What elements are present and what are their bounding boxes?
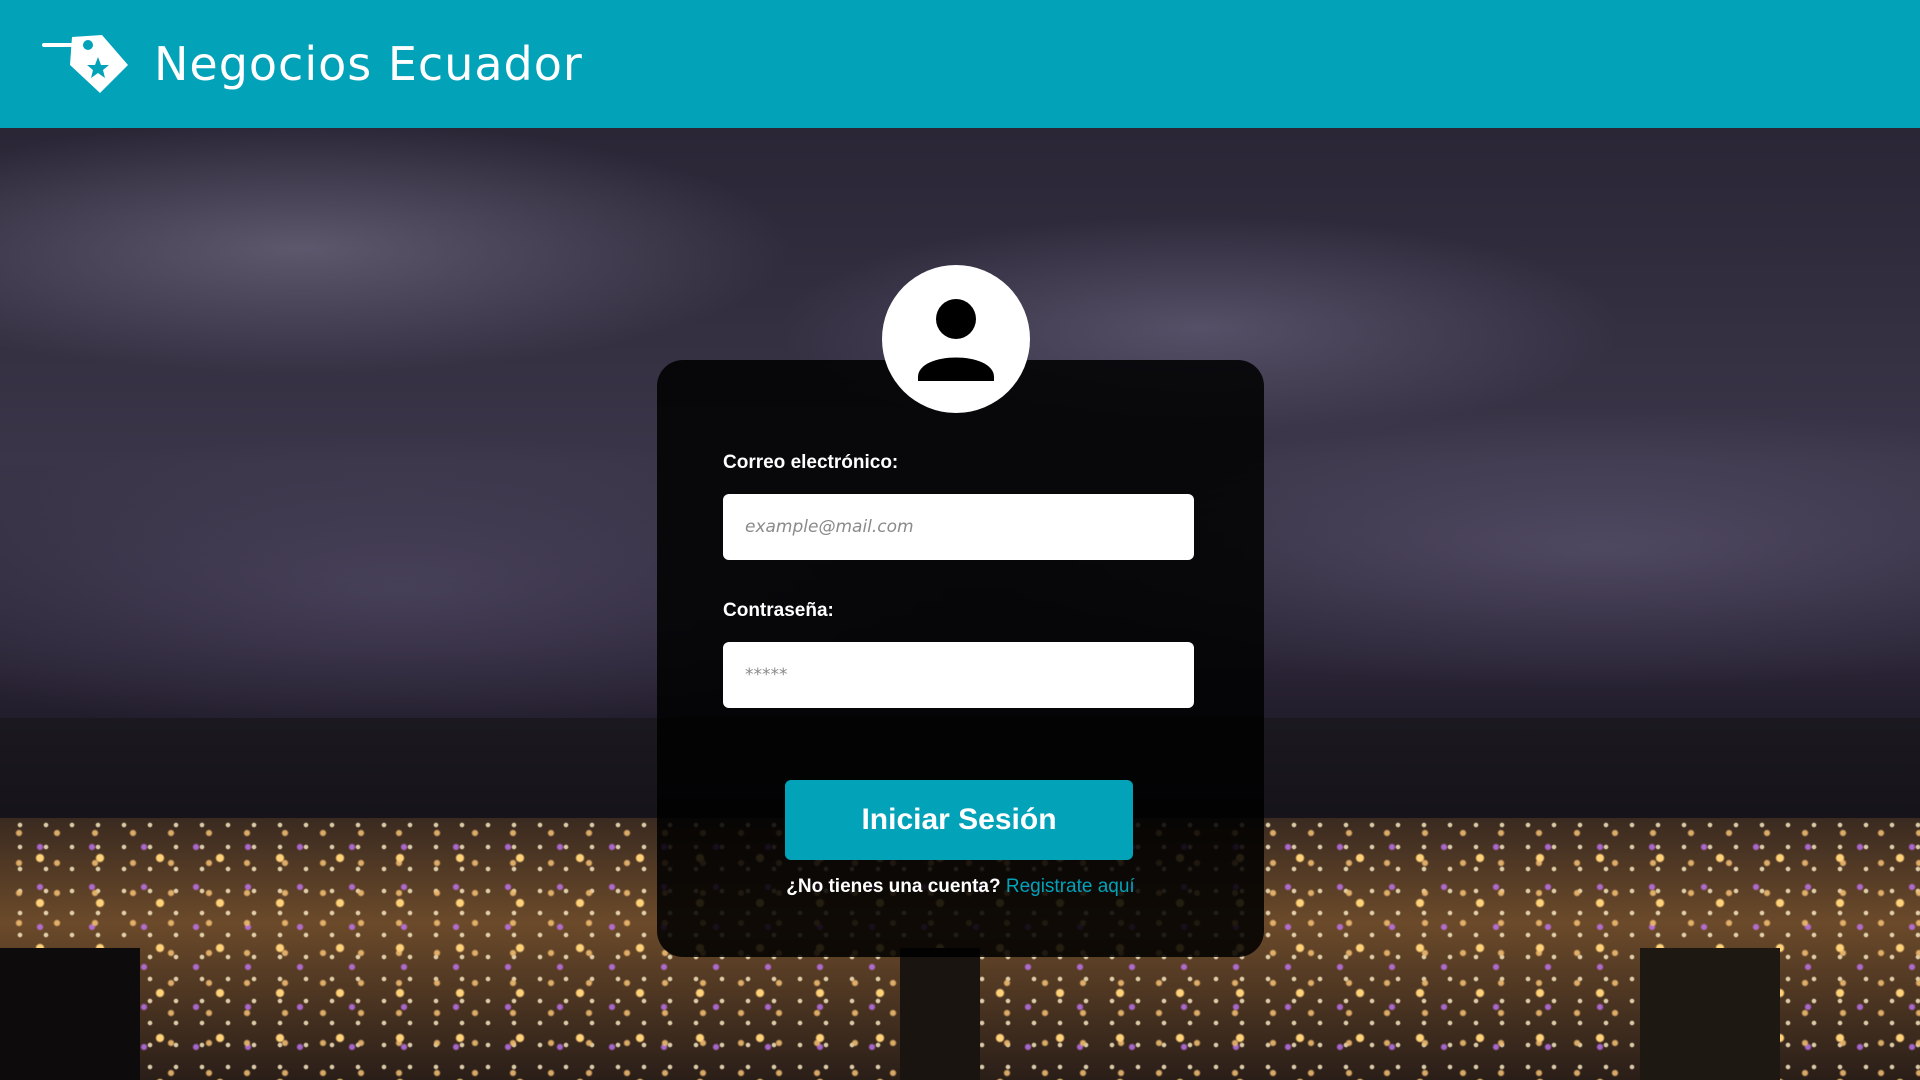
signup-prompt: ¿No tienes una cuenta? Registrate aquí [657,876,1264,898]
login-button[interactable]: Iniciar Sesión [785,780,1133,860]
email-label: Correo electrónico: [723,452,899,473]
signup-prompt-text: ¿No tienes una cuenta? [786,876,1001,897]
login-card: Correo electrónico: Contraseña: Iniciar … [657,360,1264,957]
register-link[interactable]: Registrate aquí [1006,876,1135,897]
password-label: Contraseña: [723,600,834,621]
password-field[interactable] [723,642,1194,708]
brand-title[interactable]: Negocios Ecuador [154,37,583,91]
user-icon [918,299,994,381]
buildings-foreground [0,948,1920,1080]
email-field[interactable] [723,494,1194,560]
price-tag-star-icon[interactable] [42,31,132,97]
top-navbar: Negocios Ecuador [0,0,1920,128]
avatar [882,265,1030,413]
